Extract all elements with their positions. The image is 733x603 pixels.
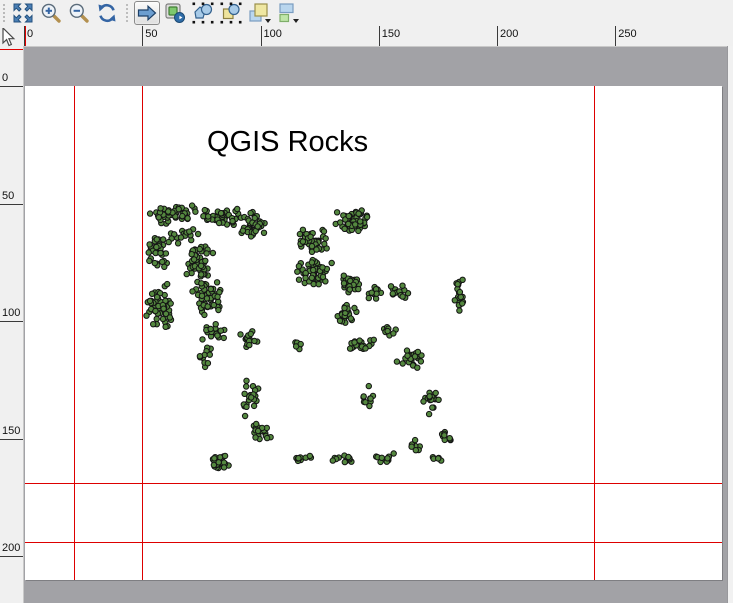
ruler-cursor-indicator xyxy=(25,26,26,46)
arrow-right-icon xyxy=(136,2,158,24)
ruler-tick xyxy=(0,321,23,322)
print-composer-window: 0 50 100 150 200 250 0 50 100 150 200 QGIS Rocks xyxy=(0,0,733,603)
refresh-icon xyxy=(96,2,118,24)
ruler-tick-label: 200 xyxy=(2,542,20,554)
dropdown-arrow-icon xyxy=(265,19,271,23)
guide-line-horizontal[interactable] xyxy=(25,542,722,543)
ruler-tick-label: 150 xyxy=(2,425,20,437)
zoom-full-button[interactable] xyxy=(10,1,36,25)
ruler-tick-label: 0 xyxy=(2,72,8,84)
ruler-tick xyxy=(0,439,23,440)
dropdown-arrow-icon xyxy=(293,19,299,23)
select-move-item-button[interactable] xyxy=(190,1,216,25)
horizontal-ruler[interactable]: 0 50 100 150 200 250 xyxy=(23,26,733,47)
zoom-full-icon xyxy=(12,2,34,24)
zoom-in-icon xyxy=(40,2,62,24)
vertical-scrollbar[interactable] xyxy=(727,46,733,603)
item-badge-button[interactable] xyxy=(162,1,188,25)
guide-line-vertical[interactable] xyxy=(142,86,143,580)
vertical-ruler[interactable]: 0 50 100 150 200 xyxy=(0,46,24,603)
refresh-button[interactable] xyxy=(94,1,120,25)
ruler-tick xyxy=(0,556,23,557)
guide-line-vertical[interactable] xyxy=(594,86,595,580)
ruler-tick-label: 200 xyxy=(500,28,518,40)
ruler-tick xyxy=(615,26,616,46)
map-item[interactable] xyxy=(148,200,478,480)
ruler-tick xyxy=(261,26,262,46)
ruler-tick-label: 250 xyxy=(618,28,636,40)
composer-canvas[interactable]: QGIS Rocks xyxy=(23,46,733,603)
toolbar xyxy=(0,0,733,27)
ruler-tick-label: 50 xyxy=(145,28,157,40)
ruler-tick-label: 100 xyxy=(264,28,282,40)
zoom-in-button[interactable] xyxy=(38,1,64,25)
ruler-tick-label: 50 xyxy=(2,190,14,202)
raise-lower-items-button[interactable] xyxy=(246,1,272,25)
zoom-out-icon xyxy=(68,2,90,24)
guide-line-horizontal[interactable] xyxy=(25,483,722,484)
ruler-tick xyxy=(0,204,23,205)
ruler-tick xyxy=(0,86,23,87)
move-item-content-button[interactable] xyxy=(218,1,244,25)
label-item[interactable]: QGIS Rocks xyxy=(207,126,368,159)
mouse-cursor-icon xyxy=(2,28,18,53)
ruler-tick-label: 150 xyxy=(382,28,400,40)
ruler-tick xyxy=(142,26,143,46)
ruler-tick xyxy=(497,26,498,46)
arrow-tool-button[interactable] xyxy=(134,1,160,25)
select-shapes-icon xyxy=(192,2,214,24)
zoom-out-button[interactable] xyxy=(66,1,92,25)
ruler-tick xyxy=(379,26,380,46)
guide-line-vertical[interactable] xyxy=(74,86,75,580)
item-badge-icon xyxy=(164,2,186,24)
toolbar-grip[interactable] xyxy=(2,3,6,23)
ruler-tick-label: 100 xyxy=(2,307,20,319)
align-items-button[interactable] xyxy=(274,1,300,25)
move-item-content-icon xyxy=(220,2,242,24)
toolbar-separator xyxy=(125,3,129,23)
ruler-tick-label: 0 xyxy=(27,28,33,40)
